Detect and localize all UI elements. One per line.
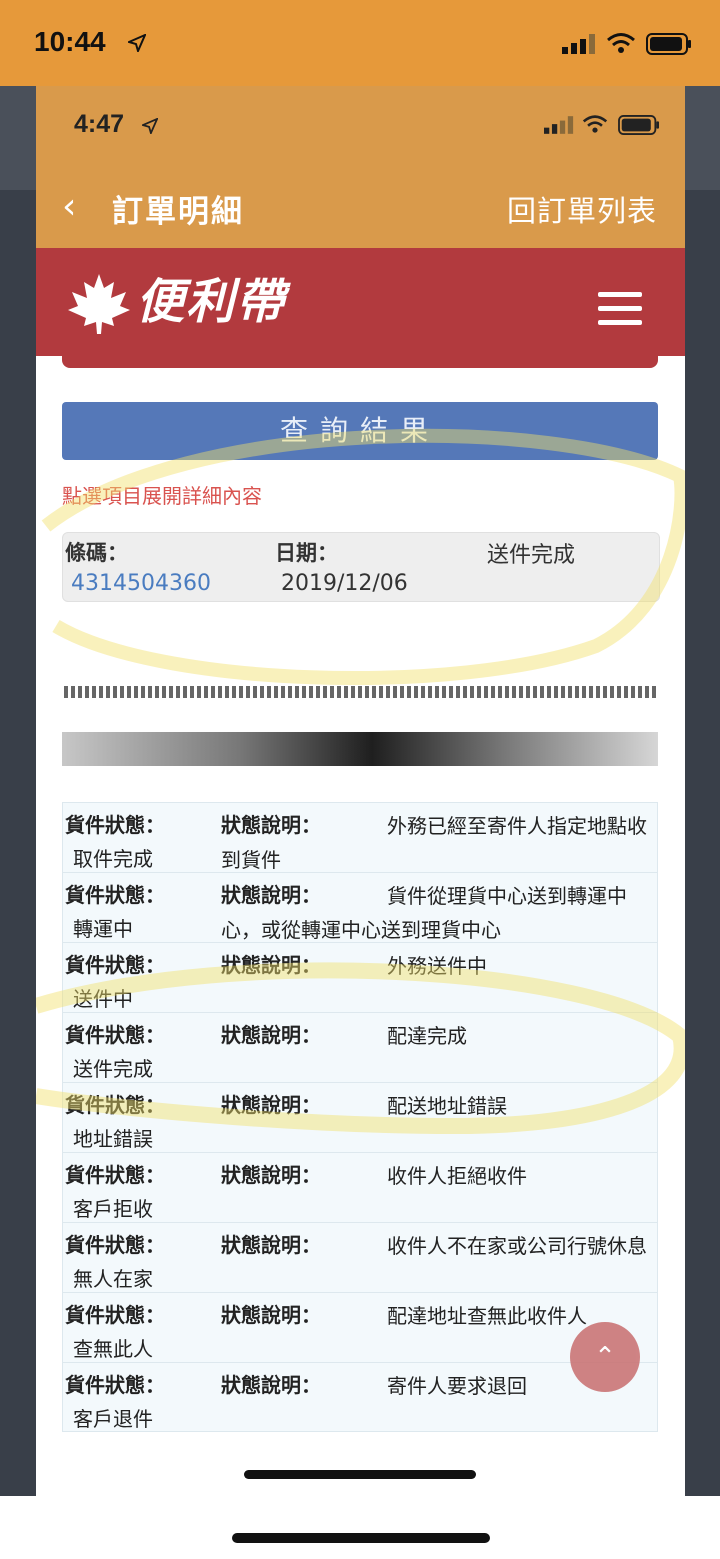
outer-bottom-area bbox=[0, 1496, 720, 1559]
maple-leaf-icon bbox=[68, 274, 130, 334]
status-value: 地址錯誤 bbox=[73, 1127, 153, 1151]
collapsed-panel-edge bbox=[62, 356, 658, 368]
wifi-icon bbox=[607, 33, 635, 53]
hamburger-menu-icon[interactable] bbox=[598, 292, 642, 334]
status-description: 配達完成 bbox=[387, 1024, 467, 1048]
status-legend-list: 貨件狀態： 取件完成 狀態說明： 外務已經至寄件人指定地點收到貨件 貨件狀態： … bbox=[62, 802, 658, 1432]
status-description: 收件人不在家或公司行號休息 bbox=[387, 1234, 647, 1258]
back-chevron-icon[interactable]: ‹ bbox=[62, 186, 76, 227]
list-item[interactable]: 貨件狀態： 取件完成 狀態說明： 外務已經至寄件人指定地點收到貨件 bbox=[62, 802, 658, 872]
query-result-button[interactable]: 查詢結果 bbox=[62, 402, 658, 460]
location-arrow-icon bbox=[142, 118, 158, 134]
status-label: 貨件狀態： bbox=[65, 1303, 165, 1327]
date-label: 日期： bbox=[275, 541, 338, 565]
list-item[interactable]: 貨件狀態： 查無此人 狀態說明： 配達地址查無此收件人 bbox=[62, 1292, 658, 1362]
status-value: 送件完成 bbox=[73, 1057, 153, 1081]
status-label: 貨件狀態： bbox=[65, 1023, 165, 1047]
page-title: 訂單明細 bbox=[112, 194, 244, 230]
list-item[interactable]: 貨件狀態： 送件中 狀態說明： 外務送件中 bbox=[62, 942, 658, 1012]
list-item[interactable]: 貨件狀態： 客戶拒收 狀態說明： 收件人拒絕收件 bbox=[62, 1152, 658, 1222]
expand-hint-text: 點選項目展開詳細內容 bbox=[62, 484, 262, 508]
outer-status-time: 10:44 bbox=[34, 26, 106, 57]
cellular-signal-icon bbox=[544, 116, 574, 134]
brand-logo-text[interactable]: 便利帶 bbox=[136, 262, 286, 332]
gradient-divider bbox=[62, 732, 658, 766]
status-label: 貨件狀態： bbox=[65, 1233, 165, 1257]
barcode-link[interactable]: 4314504360 bbox=[71, 571, 211, 596]
list-item[interactable]: 貨件狀態： 客戶退件 狀態說明： 寄件人要求退回 bbox=[62, 1362, 658, 1432]
status-description: 收件人拒絕收件 bbox=[387, 1164, 527, 1188]
status-description: 配送地址錯誤 bbox=[387, 1094, 507, 1118]
status-label: 貨件狀態： bbox=[65, 1373, 165, 1397]
inner-screenshot: 4:47 ‹ 訂單明細 回訂單列表 便利帶 查詢結果 點選項目展開詳細內容 條碼… bbox=[36, 86, 685, 1496]
list-item[interactable]: 貨件狀態： 送件完成 狀態說明： 配達完成 bbox=[62, 1012, 658, 1082]
list-item[interactable]: 貨件狀態： 轉運中 狀態說明： 貨件從理貨中心送到轉運中心，或從轉運中心送到理貨… bbox=[62, 872, 658, 942]
chevron-up-icon: ⌃ bbox=[594, 1342, 616, 1372]
order-status-value: 送件完成 bbox=[487, 543, 576, 568]
back-to-order-list-link[interactable]: 回訂單列表 bbox=[507, 188, 657, 230]
status-value: 客戶拒收 bbox=[73, 1197, 153, 1221]
wifi-icon bbox=[582, 115, 608, 133]
list-item[interactable]: 貨件狀態： 地址錯誤 狀態說明： 配送地址錯誤 bbox=[62, 1082, 658, 1152]
brand-bar bbox=[36, 248, 685, 356]
list-item[interactable]: 貨件狀態： 無人在家 狀態說明： 收件人不在家或公司行號休息 bbox=[62, 1222, 658, 1292]
cellular-signal-icon bbox=[562, 34, 595, 54]
order-summary-card[interactable]: 條碼： 4314504360 日期： 2019/12/06 送件完成 bbox=[62, 532, 660, 602]
scroll-to-top-button[interactable]: ⌃ bbox=[570, 1322, 640, 1392]
status-value: 取件完成 bbox=[73, 847, 153, 871]
status-label: 貨件狀態： bbox=[65, 813, 165, 837]
inner-home-indicator bbox=[244, 1470, 476, 1479]
status-description: 外務已經至寄件人指定地點收到貨件 bbox=[221, 814, 647, 872]
battery-icon bbox=[618, 115, 659, 135]
status-label: 貨件狀態： bbox=[65, 1093, 165, 1117]
status-value: 轉運中 bbox=[73, 917, 133, 941]
barcode-label: 條碼： bbox=[65, 541, 128, 565]
home-indicator[interactable] bbox=[232, 1533, 490, 1543]
inner-status-time: 4:47 bbox=[74, 110, 125, 138]
date-value: 2019/12/06 bbox=[281, 571, 408, 596]
dotted-divider bbox=[64, 686, 656, 698]
status-value: 無人在家 bbox=[73, 1267, 153, 1291]
status-label: 貨件狀態： bbox=[65, 1163, 165, 1187]
status-description: 貨件從理貨中心送到轉運中心，或從轉運中心送到理貨中心 bbox=[221, 884, 627, 942]
status-value: 送件中 bbox=[73, 987, 133, 1011]
status-label: 貨件狀態： bbox=[65, 953, 165, 977]
status-label: 貨件狀態： bbox=[65, 883, 165, 907]
status-value: 查無此人 bbox=[73, 1337, 153, 1361]
battery-icon bbox=[646, 33, 691, 55]
status-value: 客戶退件 bbox=[73, 1407, 153, 1431]
location-arrow-icon bbox=[128, 34, 146, 52]
status-description: 外務送件中 bbox=[387, 954, 487, 978]
